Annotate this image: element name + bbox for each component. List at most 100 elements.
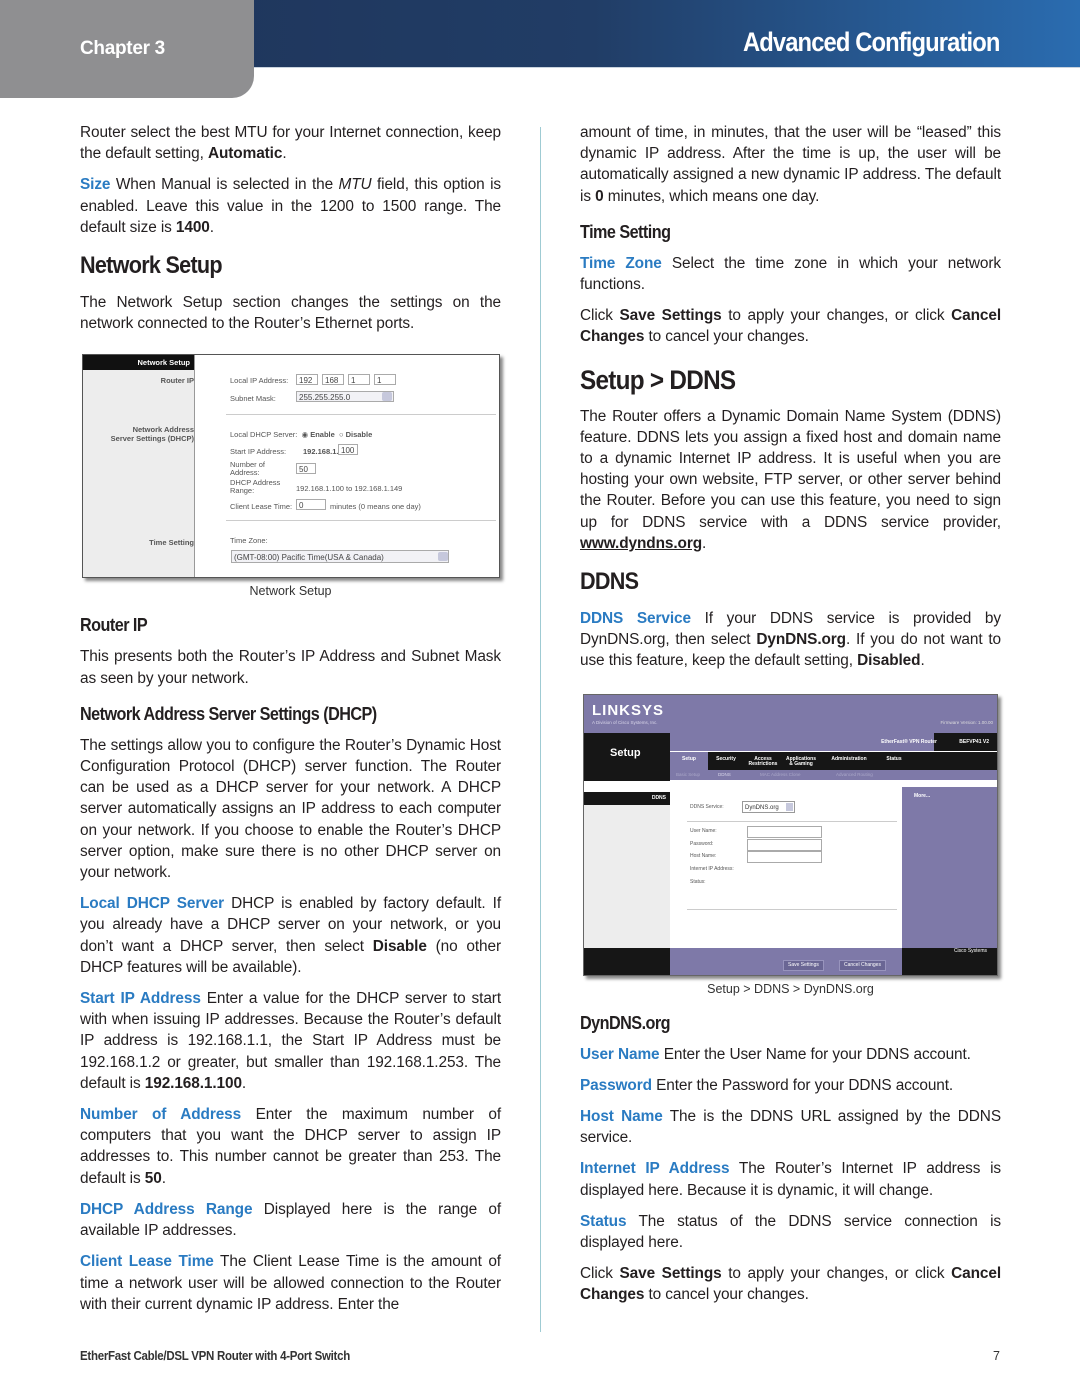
chevron-down-icon — [438, 552, 448, 562]
column-divider — [540, 127, 541, 1332]
heading-setup-ddns: Setup > DDNS — [580, 364, 736, 395]
subtab-ddns[interactable]: DDNS — [718, 772, 731, 777]
cancel-changes-button[interactable]: Cancel Changes — [839, 959, 886, 971]
internet-ip-paragraph: Internet IP Address The Router’s Interne… — [580, 1160, 1001, 1199]
local-ip-label: Local IP Address: — [230, 376, 289, 386]
page-number: 7 — [993, 1349, 1000, 1363]
password-paragraph: Password Enter the Password for your DDN… — [580, 1076, 954, 1094]
tab-setup[interactable]: Setup — [676, 756, 702, 762]
chevron-down-icon — [786, 802, 793, 811]
ip-octet-2-input[interactable]: 168 — [322, 374, 344, 386]
router-ip-paragraph: This presents both the Router’s IP Addre… — [80, 648, 501, 687]
start-ip-prefix: 192.168.1. — [303, 447, 339, 457]
figure-caption: Network Setup — [249, 584, 332, 599]
ip-octet-3-input[interactable]: 1 — [348, 374, 370, 386]
host-name-paragraph: Host Name The is the DDNS URL assigned b… — [580, 1108, 1001, 1147]
right-column: amount of time, in minutes, that the use… — [580, 122, 1001, 1316]
left-sidebar — [584, 804, 670, 948]
left-column: Router select the best MTU for your Inte… — [80, 122, 501, 1325]
chapter-tab: Chapter 3 — [0, 0, 254, 98]
subtab-mac-clone[interactable]: MAC Address Clone — [760, 772, 801, 777]
save-paragraph-1: Click Save Settings to apply your change… — [580, 307, 1001, 346]
num-address-paragraph: Number of Address Enter the maximum numb… — [80, 1106, 501, 1187]
internet-ip-label: Internet IP Address: — [690, 865, 734, 872]
section-title: Setup — [610, 746, 641, 759]
ddns-service-label: DDNS Service: — [690, 803, 724, 810]
subtab-basic-setup[interactable]: Basic Setup — [676, 772, 700, 777]
start-ip-input[interactable]: 100 — [338, 444, 358, 456]
ip-octet-1-input[interactable]: 192 — [296, 374, 318, 386]
lease-label: Client Lease Time: — [230, 502, 293, 512]
time-zone-select[interactable]: (GMT-08:00) Pacific Time(USA & Canada) — [231, 550, 449, 564]
side-label-dhcp-1: Network Address — [132, 425, 194, 435]
ip-octet-4-input[interactable]: 1 — [374, 374, 396, 386]
range-value: 192.168.1.100 to 192.168.1.149 — [296, 484, 403, 494]
subnet-mask-select[interactable]: 255.255.255.0 — [296, 391, 394, 403]
more-link[interactable]: More... — [914, 793, 930, 799]
status-paragraph: Status The status of the DDNS service co… — [580, 1212, 1001, 1252]
tab-administration[interactable]: Administration — [824, 756, 874, 762]
heading-time-setting: Time Setting — [580, 221, 671, 242]
side-label-time: Time Setting — [149, 538, 194, 548]
product-name: EtherFast® VPN Router — [881, 738, 937, 745]
heading-ddns: DDNS — [580, 568, 639, 596]
password-input[interactable] — [747, 838, 822, 851]
local-dhcp-paragraph: Local DHCP Server DHCP is enabled by fac… — [80, 895, 501, 976]
lease-time-input[interactable]: 0 — [296, 499, 326, 511]
tab-access-restrictions[interactable]: Access Restrictions — [746, 756, 780, 767]
disable-radio[interactable]: ○ Disable — [337, 430, 372, 439]
divider — [226, 520, 496, 522]
chevron-down-icon — [382, 392, 392, 402]
user-name-input[interactable] — [747, 825, 822, 838]
size-paragraph: Size When Manual is selected in the MTU … — [80, 176, 501, 236]
tab-applications-gaming[interactable]: Applications & Gaming — [784, 756, 818, 767]
mtu-paragraph: Router select the best MTU for your Inte… — [80, 124, 501, 163]
range-label-2: Range: — [230, 486, 255, 496]
time-zone-label: Time Zone: — [230, 536, 268, 546]
host-name-input[interactable] — [747, 850, 822, 863]
tab-security[interactable]: Security — [710, 756, 742, 762]
start-ip-label: Start IP Address: — [230, 447, 287, 457]
logo-subtitle: A Division of Cisco Systems, Inc. — [592, 719, 658, 725]
status-label: Status: — [690, 878, 706, 885]
save-paragraph-2: Click Save Settings to apply your change… — [580, 1265, 1001, 1304]
tab-status[interactable]: Status — [874, 756, 914, 762]
cisco-logo: Cisco Systems — [953, 947, 987, 954]
heading-dyndns: DynDNS.org — [580, 1012, 671, 1033]
linksys-logo: LINKSYS — [592, 701, 665, 719]
heading-network-setup: Network Setup — [80, 252, 223, 280]
heading-router-ip: Router IP — [80, 615, 148, 636]
subtab-advanced-routing[interactable]: Advanced Routing — [836, 772, 873, 777]
screenshot-sidebar-header: Network Setup — [83, 355, 194, 371]
ddns-screenshot: LINKSYS A Division of Cisco Systems, Inc… — [583, 693, 998, 976]
num-address-input[interactable]: 50 — [296, 463, 316, 475]
num-address-label-2: Address: — [230, 468, 260, 478]
range-paragraph: DHCP Address Range Displayed here is the… — [80, 1200, 501, 1240]
heading-dhcp: Network Address Server Settings (DHCP) — [80, 703, 377, 724]
network-setup-paragraph: The Network Setup section changes the se… — [80, 294, 501, 333]
side-label-router-ip: Router IP — [160, 376, 194, 386]
time-zone-paragraph: Time Zone Select the time zone in which … — [580, 254, 1001, 294]
ddns-service-paragraph: DDNS Service If your DDNS service is pro… — [580, 610, 1002, 670]
password-label: Password: — [690, 840, 714, 847]
firmware-version: Firmware Version: 1.00.00 — [940, 719, 993, 725]
enable-radio[interactable]: ◉ Enable — [299, 430, 335, 439]
host-name-label: Host Name: — [690, 852, 717, 859]
dyndns-link[interactable]: www.dyndns.org — [580, 535, 702, 552]
divider — [687, 908, 897, 910]
divider — [226, 414, 496, 416]
subnet-label: Subnet Mask: — [230, 394, 276, 404]
ddns-side-header: DDNS — [584, 791, 670, 805]
side-label-dhcp-2: Server Settings (DHCP) — [110, 434, 194, 444]
lease-hint: minutes (0 means one day) — [330, 502, 421, 512]
save-settings-button[interactable]: Save Settings — [783, 959, 824, 971]
divider — [687, 820, 897, 822]
dhcp-server-row: Local DHCP Server: ◉ Enable ○ Disable — [230, 430, 373, 440]
network-setup-screenshot: Network Setup Router IP Network Address … — [82, 354, 500, 579]
chapter-label: Chapter 3 — [80, 38, 165, 59]
dhcp-paragraph: The settings allow you to configure the … — [80, 736, 501, 882]
user-name-paragraph: User Name Enter the User Name for your D… — [580, 1045, 971, 1063]
page-title: Advanced Configuration — [743, 27, 1000, 57]
figure-caption: Setup > DDNS > DynDNS.org — [707, 981, 874, 996]
user-name-label: User Name: — [690, 827, 717, 834]
